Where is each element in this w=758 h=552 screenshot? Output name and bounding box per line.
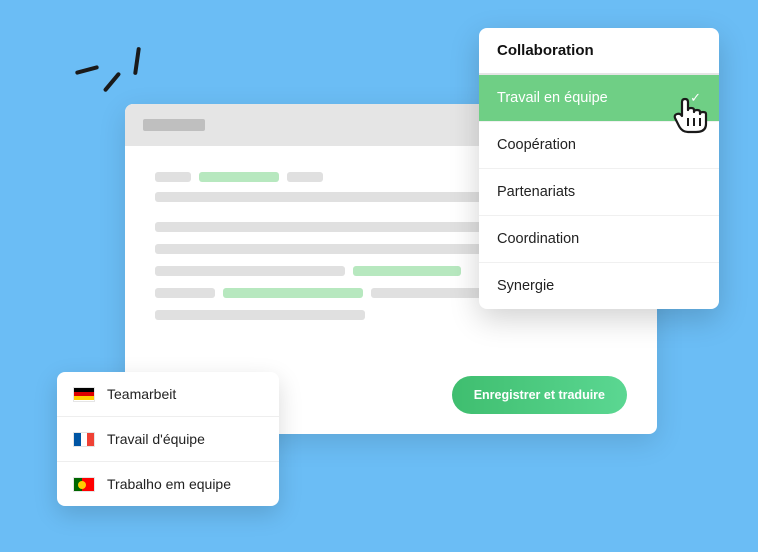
dropdown-header: Collaboration <box>479 28 719 75</box>
translation-label: Travail d'équipe <box>107 431 205 447</box>
titlebar-placeholder <box>143 119 205 131</box>
flag-de-icon <box>73 387 95 402</box>
decoration-line <box>103 72 121 93</box>
dropdown-item-selected[interactable]: Travail en équipe ✓ <box>479 75 719 122</box>
translation-item-de[interactable]: Teamarbeit <box>57 372 279 417</box>
flag-fr-icon <box>73 432 95 447</box>
translation-label: Teamarbeit <box>107 386 176 402</box>
text-placeholder-row <box>155 310 627 320</box>
translation-item-fr[interactable]: Travail d'équipe <box>57 417 279 462</box>
dropdown-item-label: Coopération <box>497 137 576 153</box>
dropdown-item-label: Coordination <box>497 231 579 247</box>
translations-popup: Teamarbeit Travail d'équipe Trabalho em … <box>57 372 279 506</box>
decoration-line <box>133 47 141 75</box>
synonym-dropdown: Collaboration Travail en équipe ✓ Coopér… <box>479 28 719 309</box>
flag-pt-icon <box>73 477 95 492</box>
dropdown-item[interactable]: Synergie <box>479 263 719 309</box>
dropdown-item-label: Partenariats <box>497 184 575 200</box>
check-icon: ✓ <box>690 90 701 106</box>
dropdown-item-label: Travail en équipe <box>497 90 608 106</box>
decoration-line <box>75 65 99 75</box>
translation-label: Trabalho em equipe <box>107 476 231 492</box>
dropdown-item-label: Synergie <box>497 278 554 294</box>
dropdown-item[interactable]: Partenariats <box>479 169 719 216</box>
dropdown-item[interactable]: Coopération <box>479 122 719 169</box>
translation-item-pt[interactable]: Trabalho em equipe <box>57 462 279 506</box>
save-translate-button[interactable]: Enregistrer et traduire <box>452 376 627 414</box>
dropdown-item[interactable]: Coordination <box>479 216 719 263</box>
